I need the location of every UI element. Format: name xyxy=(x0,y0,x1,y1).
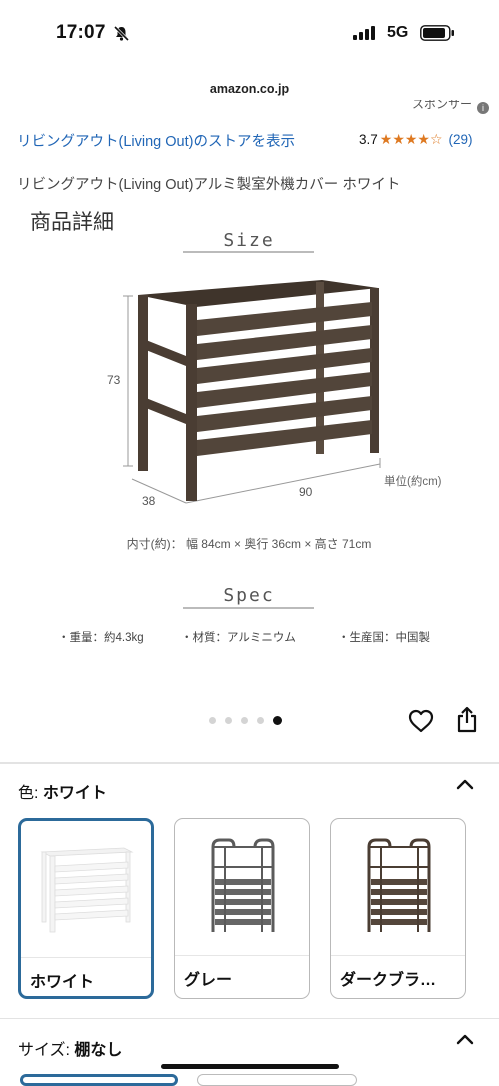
carousel-dot[interactable] xyxy=(241,717,248,724)
color-label: 色: xyxy=(18,785,39,802)
swatch-image xyxy=(175,819,309,956)
review-count[interactable]: (29) xyxy=(449,132,473,147)
info-icon[interactable]: i xyxy=(477,102,489,114)
carousel-dot-active[interactable] xyxy=(273,716,282,725)
rating-value: 3.7 xyxy=(359,132,378,147)
spec-material: ・材質：アルミニウム xyxy=(181,630,296,644)
color-option-label: グレー xyxy=(184,972,233,989)
color-option-label: ダークブラ… xyxy=(340,972,437,989)
image-heading: 商品詳細 xyxy=(30,210,114,234)
section-divider xyxy=(0,1018,499,1019)
size-option-peek[interactable] xyxy=(20,1074,178,1086)
color-selected-value: ホワイト xyxy=(42,785,107,802)
size-selected-value: 棚なし xyxy=(74,1042,123,1059)
color-option-darkbrown[interactable]: ダークブラ… xyxy=(330,818,466,999)
section-divider xyxy=(0,762,499,764)
share-icon[interactable] xyxy=(455,706,479,734)
unit-label: 単位(約cm) xyxy=(384,474,442,488)
rating-summary[interactable]: 3.7 ★★★★☆ (29) xyxy=(359,131,473,148)
network-label: 5G xyxy=(387,24,409,41)
carousel-dot[interactable] xyxy=(225,717,232,724)
spec-weight: ・重量：約4.3kg xyxy=(58,630,144,644)
inner-dimensions: 内寸(約)： 幅 84cm × 奥行 36cm × 高さ 71cm xyxy=(127,536,372,551)
color-selection-label: 色: ホワイト xyxy=(18,779,107,803)
size-title: Size xyxy=(223,230,274,251)
product-image[interactable]: 商品詳細 Size 73 38 90 単位(約cm) 内寸(約)： 幅 84cm… xyxy=(0,196,499,696)
carousel-dots[interactable] xyxy=(209,716,282,725)
gray-shelf-image xyxy=(211,838,275,932)
browser-url[interactable]: amazon.co.jp xyxy=(0,82,499,96)
darkbrown-shelf-image xyxy=(367,838,431,932)
product-title: リビングアウト(Living Out)アルミ製室外機カバー ホワイト xyxy=(17,177,401,193)
signal-icon xyxy=(353,26,375,40)
color-option-white[interactable]: ホワイト xyxy=(18,818,154,999)
dim-height: 73 xyxy=(107,373,121,387)
size-selection-label: サイズ: 棚なし xyxy=(18,1036,122,1060)
swatch-image xyxy=(331,819,465,956)
white-shelf-image xyxy=(40,847,134,933)
chevron-up-icon[interactable] xyxy=(454,1031,476,1047)
carousel-dot[interactable] xyxy=(209,717,216,724)
silent-bell-icon xyxy=(113,25,130,42)
heart-icon[interactable] xyxy=(407,708,435,734)
size-label: サイズ: xyxy=(18,1042,70,1059)
status-time: 17:07 xyxy=(56,22,106,43)
home-indicator[interactable] xyxy=(161,1064,339,1069)
dim-depth: 38 xyxy=(142,494,156,508)
color-option-gray[interactable]: グレー xyxy=(174,818,310,999)
sponsored-label: スポンサー xyxy=(412,100,473,111)
battery-icon xyxy=(420,25,454,41)
size-option-peek[interactable] xyxy=(197,1074,357,1086)
swatch-image xyxy=(21,821,151,958)
store-link[interactable]: リビングアウト(Living Out)のストアを表示 xyxy=(17,132,317,152)
dim-width: 90 xyxy=(299,485,313,499)
star-rating-icon: ★★★★☆ xyxy=(379,131,443,147)
carousel-dot[interactable] xyxy=(257,717,264,724)
spec-origin: ・生産国：中国製 xyxy=(338,630,430,644)
spec-title: Spec xyxy=(223,585,274,606)
chevron-up-icon[interactable] xyxy=(454,776,476,792)
color-option-label: ホワイト xyxy=(30,974,95,991)
